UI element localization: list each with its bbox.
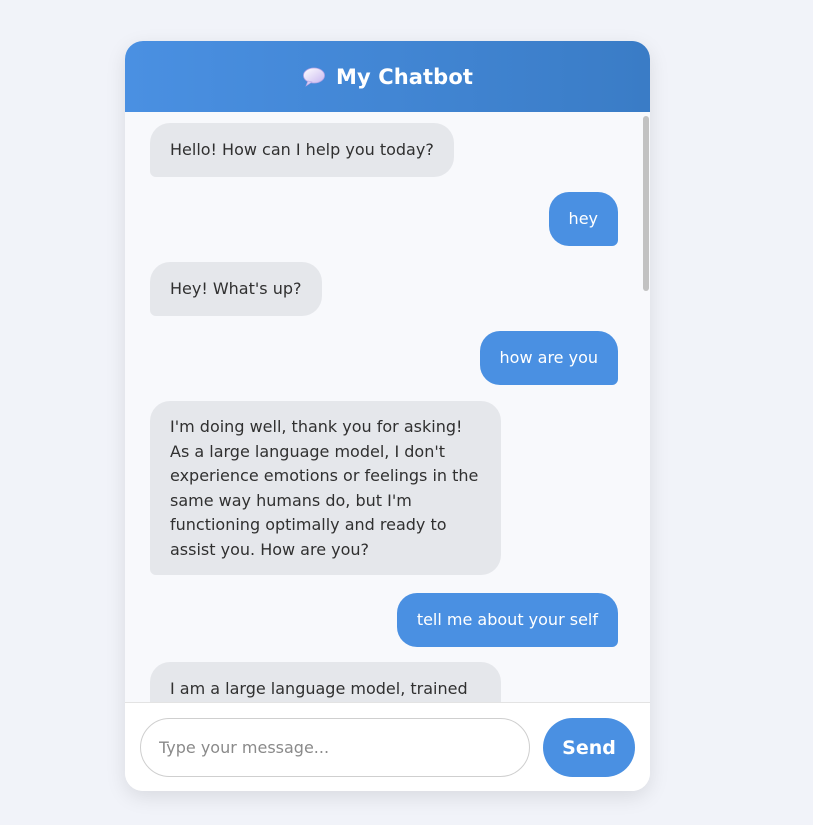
user-message: how are you: [479, 331, 618, 385]
speech-bubble-icon: [302, 65, 326, 89]
bot-message: Hey! What's up?: [150, 262, 322, 316]
send-button[interactable]: Send: [543, 718, 635, 777]
scrollbar-thumb[interactable]: [643, 116, 649, 291]
scrollbar[interactable]: [638, 112, 650, 702]
chat-title: My Chatbot: [336, 64, 473, 89]
user-message: tell me about your self: [396, 593, 618, 647]
message-list[interactable]: Hello! How can I help you today? hey Hey…: [125, 112, 650, 702]
chat-header: My Chatbot: [125, 41, 650, 112]
user-message: hey: [548, 192, 618, 246]
bot-message: I am a large language model, trained by: [150, 662, 501, 702]
chat-window: My Chatbot Hello! How can I help you tod…: [125, 41, 650, 791]
bot-message: I'm doing well, thank you for asking! As…: [150, 401, 501, 575]
bot-message: Hello! How can I help you today?: [150, 123, 454, 177]
message-input[interactable]: [140, 718, 530, 777]
composer-bar: Send: [125, 702, 650, 791]
